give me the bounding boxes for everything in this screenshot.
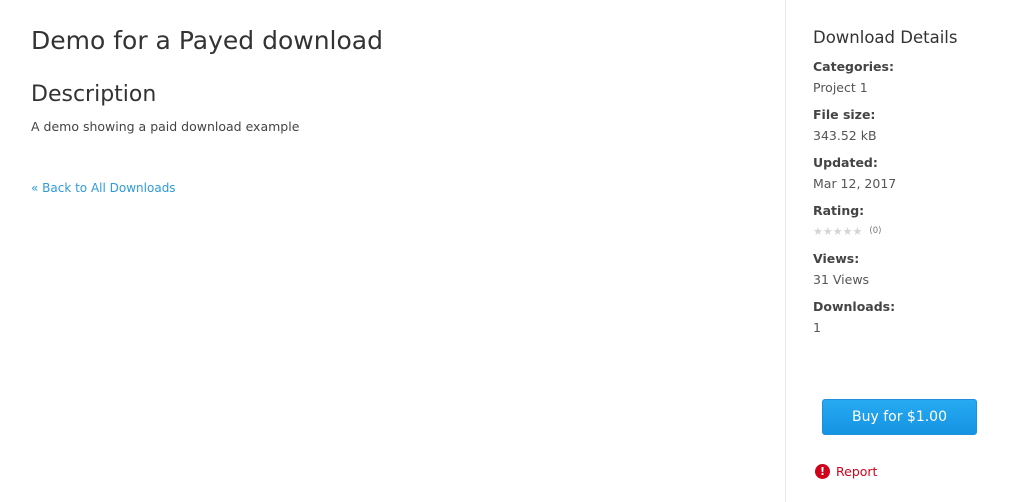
detail-updated: Updated: Mar 12, 2017 bbox=[813, 154, 1013, 192]
rating-label: Rating: bbox=[813, 203, 865, 218]
downloads-value: 1 bbox=[813, 320, 821, 335]
download-details-sidebar: Download Details Categories: Project 1 F… bbox=[785, 0, 1024, 502]
file-size-value: 343.52 kB bbox=[813, 128, 877, 143]
buy-button[interactable]: Buy for $1.00 bbox=[822, 399, 977, 435]
download-page: Demo for a Payed download Description A … bbox=[0, 0, 1024, 502]
file-size-label: File size: bbox=[813, 107, 876, 122]
description-heading: Description bbox=[31, 82, 157, 107]
star-icon[interactable]: ★ bbox=[823, 226, 833, 237]
description-text: A demo showing a paid download example bbox=[31, 119, 300, 134]
rating-stars[interactable]: ★ ★ ★ ★ ★ (0) bbox=[813, 224, 1013, 238]
exclamation-circle-icon: ! bbox=[815, 464, 830, 479]
back-to-downloads-link[interactable]: « Back to All Downloads bbox=[31, 181, 176, 195]
page-title: Demo for a Payed download bbox=[31, 26, 383, 55]
detail-downloads: Downloads: 1 bbox=[813, 298, 1013, 336]
updated-label: Updated: bbox=[813, 155, 878, 170]
detail-categories: Categories: Project 1 bbox=[813, 58, 1013, 96]
categories-value: Project 1 bbox=[813, 80, 868, 95]
download-details-heading: Download Details bbox=[813, 28, 958, 47]
detail-views: Views: 31 Views bbox=[813, 250, 1013, 288]
star-icon[interactable]: ★ bbox=[833, 226, 843, 237]
report-label: Report bbox=[836, 464, 878, 479]
star-icon[interactable]: ★ bbox=[853, 226, 863, 237]
detail-rating: Rating: ★ ★ ★ ★ ★ (0) bbox=[813, 202, 1013, 238]
categories-label: Categories: bbox=[813, 59, 894, 74]
views-value: 31 Views bbox=[813, 272, 870, 287]
detail-file-size: File size: 343.52 kB bbox=[813, 106, 1013, 144]
views-label: Views: bbox=[813, 251, 860, 266]
report-link[interactable]: ! Report bbox=[815, 464, 877, 479]
rating-count: (0) bbox=[869, 226, 882, 236]
updated-value: Mar 12, 2017 bbox=[813, 176, 897, 191]
downloads-label: Downloads: bbox=[813, 299, 896, 314]
star-icon[interactable]: ★ bbox=[843, 226, 853, 237]
star-icon[interactable]: ★ bbox=[813, 226, 823, 237]
